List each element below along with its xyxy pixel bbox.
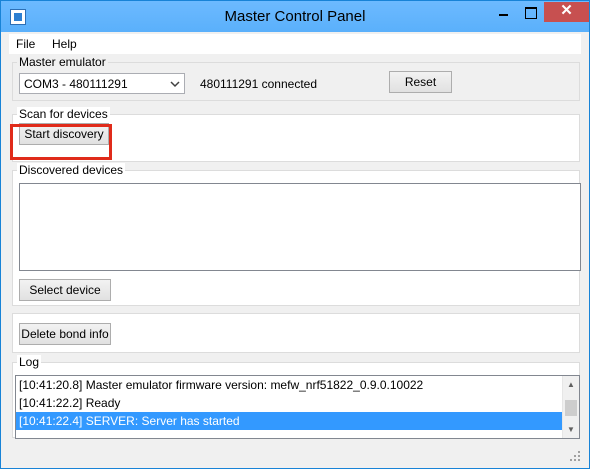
master-emulator-legend: Master emulator [17, 55, 108, 69]
scroll-up-arrow-icon[interactable]: ▲ [563, 376, 579, 393]
menu-file[interactable]: File [16, 37, 35, 51]
highlight-annotation-box [10, 124, 112, 160]
delete-bond-info-button[interactable]: Delete bond info [19, 323, 111, 345]
discovered-devices-legend: Discovered devices [17, 163, 126, 177]
log-line-selected[interactable]: [10:41:22.4] SERVER: Server has started [16, 412, 563, 430]
log-line[interactable]: [10:41:20.8] Master emulator firmware ve… [16, 376, 563, 394]
connection-status: 480111291 connected [200, 77, 317, 91]
log-group: Log [10:41:20.8] Master emulator firmwar… [12, 355, 580, 439]
select-device-button[interactable]: Select device [19, 279, 111, 301]
log-legend: Log [17, 355, 42, 369]
menu-bar: File Help [9, 34, 581, 54]
scroll-down-arrow-icon[interactable]: ▼ [563, 421, 579, 438]
scan-devices-legend: Scan for devices [17, 107, 110, 121]
main-window: Master Control Panel ✕ File Help Master … [0, 0, 590, 469]
master-emulator-group: Master emulator COM3 - 480111291 4801112… [12, 55, 580, 101]
client-area: File Help Master emulator COM3 - 4801112… [9, 32, 581, 462]
close-button[interactable]: ✕ [544, 2, 589, 22]
discovered-devices-list[interactable] [19, 183, 581, 271]
maximize-button[interactable] [517, 2, 543, 22]
chevron-down-icon [170, 81, 180, 88]
scroll-thumb[interactable] [565, 400, 577, 416]
log-scrollbar[interactable]: ▲ ▼ [562, 376, 579, 438]
discovered-devices-group: Discovered devices Select device [12, 163, 581, 306]
minimize-button[interactable] [490, 2, 516, 22]
reset-button[interactable]: Reset [389, 71, 452, 93]
emulator-port-value: COM3 - 480111291 [24, 77, 128, 91]
log-list[interactable]: [10:41:20.8] Master emulator firmware ve… [15, 375, 580, 439]
emulator-port-select[interactable]: COM3 - 480111291 [19, 73, 185, 94]
title-bar[interactable]: Master Control Panel ✕ [1, 1, 589, 32]
menu-help[interactable]: Help [52, 37, 77, 51]
resize-grip-icon[interactable] [569, 450, 581, 462]
log-line[interactable]: [10:41:22.2] Ready [16, 394, 563, 412]
bond-info-group: Delete bond info [12, 313, 580, 353]
